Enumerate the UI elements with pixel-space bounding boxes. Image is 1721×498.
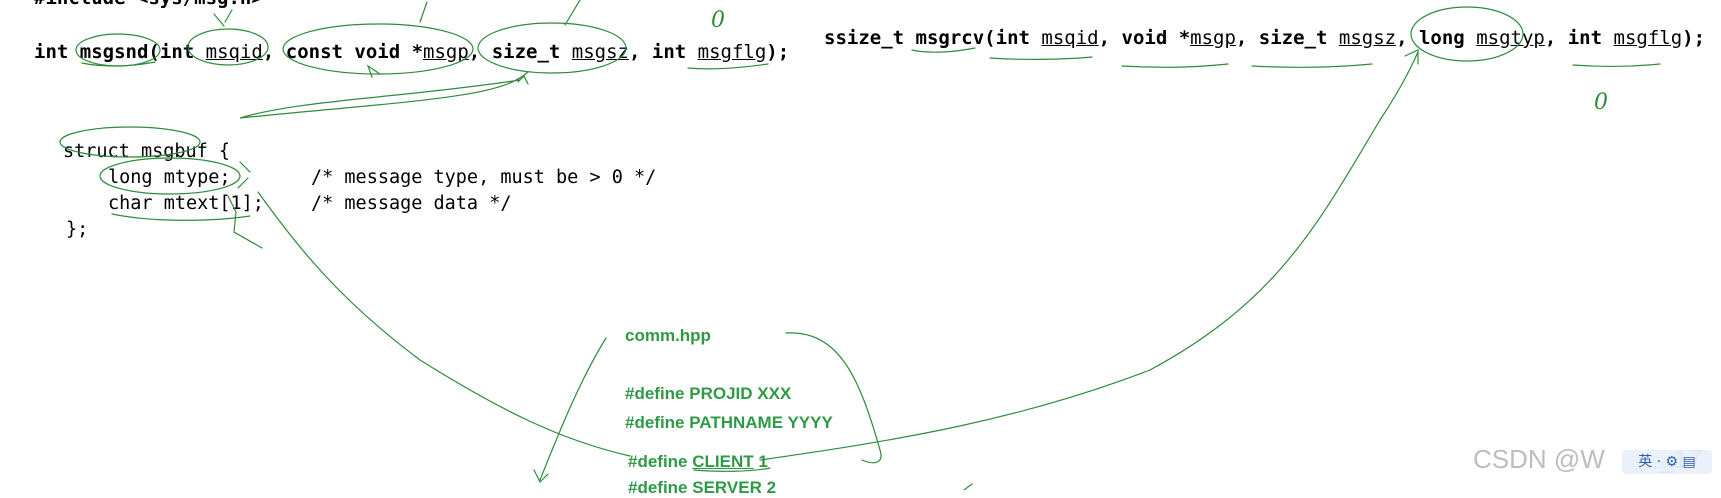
notes-left-stroke [539, 337, 607, 481]
underline-msgsz-rcv [1251, 63, 1373, 68]
tick-msgsz [564, 0, 581, 26]
connector-client-msgtyp [759, 51, 1419, 461]
client-underline [693, 467, 771, 472]
handwriting-annotations [59, 0, 1661, 490]
pen-mark [517, 74, 529, 85]
circle-msgsnd [75, 33, 161, 67]
underline-msgflg-rcv [1572, 63, 1661, 67]
underline-msgflg [687, 63, 769, 70]
circle-struct-msgbuf [59, 126, 201, 158]
circle-msgp [282, 23, 474, 75]
tick-msqid [213, 9, 233, 27]
connector-msgsz [239, 71, 529, 119]
tick-msgp [419, 1, 428, 23]
circle-msgtyp [1410, 6, 1524, 62]
circle-msgsz [477, 22, 627, 74]
circle-msqid [187, 28, 269, 66]
connector-mtext-client [257, 191, 631, 457]
cursor-mark [227, 195, 263, 249]
underline-msqid-rcv [989, 56, 1093, 60]
server-mark [963, 483, 973, 490]
circle-long-mtype [99, 157, 241, 195]
underline-mtext [111, 213, 251, 221]
arrow-msgp [366, 64, 381, 78]
underline-msgp-rcv [1121, 63, 1229, 68]
underline-msgrcv [911, 47, 976, 53]
